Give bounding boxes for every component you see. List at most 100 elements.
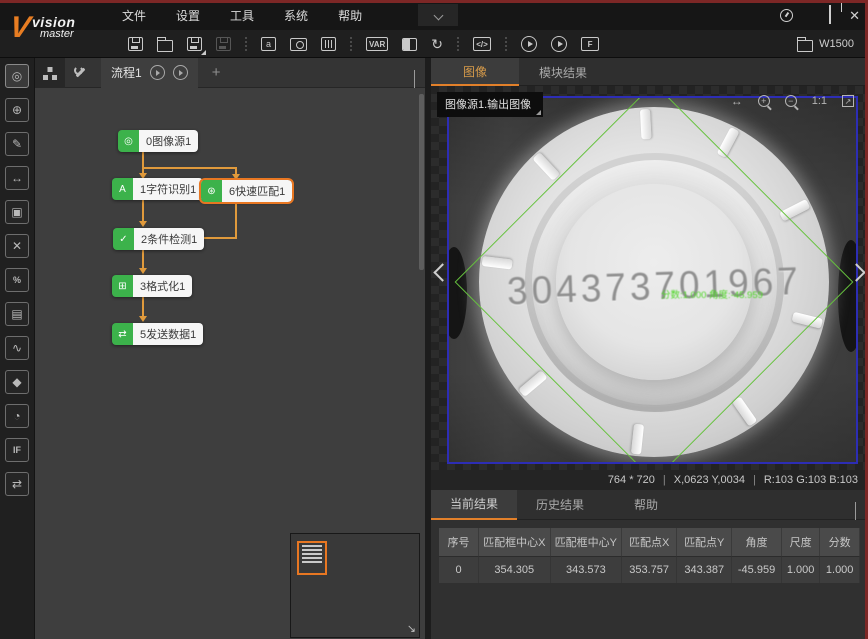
workspace-indicator[interactable]: W1500 [797,30,854,58]
sidebar-item-image-edit[interactable]: ✎ [5,132,29,156]
sidebar-item-target[interactable]: ⊕ [5,98,29,122]
cell-match-center-x[interactable]: 354.305 [479,556,551,583]
cell-match-point-x[interactable]: 353.757 [622,556,677,583]
logo-line1: vision [32,16,75,28]
image-viewer[interactable]: 304373701967 分数:1.000 角度:-45.959 图像源1.输出… [431,86,868,470]
node-send-data[interactable]: ⇄ 5发送数据1 [112,323,203,345]
sidebar-item-communication[interactable]: ⇄ [5,472,29,496]
sidebar-item-chart[interactable]: ∿ [5,336,29,360]
script-button[interactable]: </> [473,37,491,51]
edge [142,200,144,222]
encrypt-save-button[interactable]: a [261,37,276,51]
edge [142,152,144,168]
tab-current-result[interactable]: 当前结果 [431,490,517,520]
contrast-tool-button[interactable] [402,38,417,51]
col-header-match-center-y: 匹配框中心Y [551,528,623,556]
node-image-source[interactable]: ◎ 0图像源1 [118,130,198,152]
sidebar-item-camera[interactable]: ◎ [5,64,29,88]
sidebar-item-calculation[interactable]: % [5,268,29,292]
cell-scale[interactable]: 1.000 [782,556,821,583]
cell-score[interactable]: 1.000 [820,556,860,583]
camera-settings-button[interactable] [290,38,307,51]
restore-button[interactable] [829,6,831,24]
global-variable-button[interactable]: VAR [366,37,388,51]
col-header-match-point-x: 匹配点X [622,528,677,556]
flow-header-collapse[interactable] [414,70,415,88]
menu-file[interactable]: 文件 [122,7,146,24]
sidebar-item-color-fill[interactable]: ◆ [5,370,29,394]
run-params-button[interactable] [321,37,336,51]
save-button[interactable] [128,37,143,51]
image-source-dropdown[interactable]: 图像源1.输出图像 [437,92,543,117]
sidebar-item-frame[interactable]: ▣ [5,200,29,224]
flow-panel: 流程1 + ◎ [35,58,425,639]
node-icon: ✓ [113,228,134,250]
refresh-button[interactable]: ↻ [431,37,443,51]
flow-list-button[interactable] [35,58,65,88]
cell-index[interactable]: 0 [439,556,479,583]
fit-view-icon[interactable]: ↔ [731,94,743,108]
toolbar-separator [505,37,507,51]
flow-tab-active[interactable]: 流程1 [101,58,198,88]
tab-module-result[interactable]: 模块结果 [519,58,607,86]
logo-v-mark: V [8,13,32,43]
flow-scrollbar[interactable] [419,94,424,270]
open-button[interactable] [157,37,173,52]
col-header-match-center-x: 匹配框中心X [479,528,551,556]
sidebar-item-image-settings[interactable]: ▤ [5,302,29,326]
tab-image[interactable]: 图像 [431,58,519,86]
node-condition-check[interactable]: ✓ 2条件检测1 [113,228,204,250]
minimap-viewport[interactable] [297,541,327,575]
hierarchy-icon [42,66,58,80]
edge [142,297,144,317]
node-label: 0图像源1 [139,130,198,152]
menu-system[interactable]: 系统 [284,7,308,24]
sidebar-item-measure[interactable]: ↔ [5,166,29,190]
flow-minimap[interactable]: ↘ [290,533,420,638]
node-icon: ⊛ [201,180,222,202]
wrench-icon [73,66,87,80]
viewer-tabbar: 图像 模块结果 [431,58,868,86]
sidebar-item-calibration[interactable]: ✕ [5,234,29,258]
flow-header: 流程1 + [35,58,425,88]
run-continuous-button[interactable] [551,36,567,52]
tab-history-result[interactable]: 历史结果 [517,490,603,520]
main-toolbar: a VAR ↻ </> F W1500 [0,30,868,58]
timer-icon: ◔ [13,410,20,422]
cell-match-center-y[interactable]: 343.573 [551,556,623,583]
color-fill-icon: ◆ [12,376,21,388]
save-as-button[interactable] [187,37,202,51]
flow-run-once-icon[interactable] [150,65,165,80]
expand-view-icon[interactable]: ↗ [842,95,854,107]
if-icon: IF [13,444,21,456]
cell-match-point-y[interactable]: 343.387 [677,556,732,583]
menubar: 文件 设置 工具 系统 帮助 [122,0,362,30]
node-fast-match[interactable]: ⊛ 6快速匹配1 [201,180,292,202]
menu-settings[interactable]: 设置 [176,7,200,24]
menu-tools[interactable]: 工具 [230,7,254,24]
add-flow-button[interactable]: + [212,64,221,81]
minimap-resize-handle[interactable]: ↘ [407,622,416,635]
visionmaster-window: 文件 设置 工具 系统 帮助 ✕ V vision master [0,0,868,639]
sidebar-item-logic-if[interactable]: IF [5,438,29,462]
run-once-button[interactable] [521,36,537,52]
flow-settings-button[interactable] [65,58,95,88]
close-button[interactable]: ✕ [849,9,860,22]
result-panel-collapse[interactable] [855,502,856,520]
flow-canvas[interactable]: ◎ 0图像源1 A 1字符识别1 ⊛ 6快速匹配1 ✓ 2条件检测1 ⊞ 3格式… [35,88,425,639]
cell-angle[interactable]: -45.959 [732,556,782,583]
sidebar-item-timer[interactable]: ◔ [5,404,29,428]
zoom-in-icon[interactable]: + [758,95,770,107]
performance-gauge-icon[interactable] [780,9,793,22]
node-char-recognition[interactable]: A 1字符识别1 [112,178,203,200]
menu-help[interactable]: 帮助 [338,7,362,24]
tab-help[interactable]: 帮助 [603,490,689,520]
actual-size-icon[interactable]: 1:1 [812,95,827,107]
image-edit-icon: ✎ [12,138,22,150]
flow-run-loop-icon[interactable] [173,65,188,80]
zoom-out-icon[interactable]: − [785,95,797,107]
titlebar-collapse-button[interactable] [418,4,458,26]
node-format[interactable]: ⊞ 3格式化1 [112,275,192,297]
result-tabbar: 当前结果 历史结果 帮助 [431,490,868,520]
front-run-button[interactable]: F [581,37,599,51]
